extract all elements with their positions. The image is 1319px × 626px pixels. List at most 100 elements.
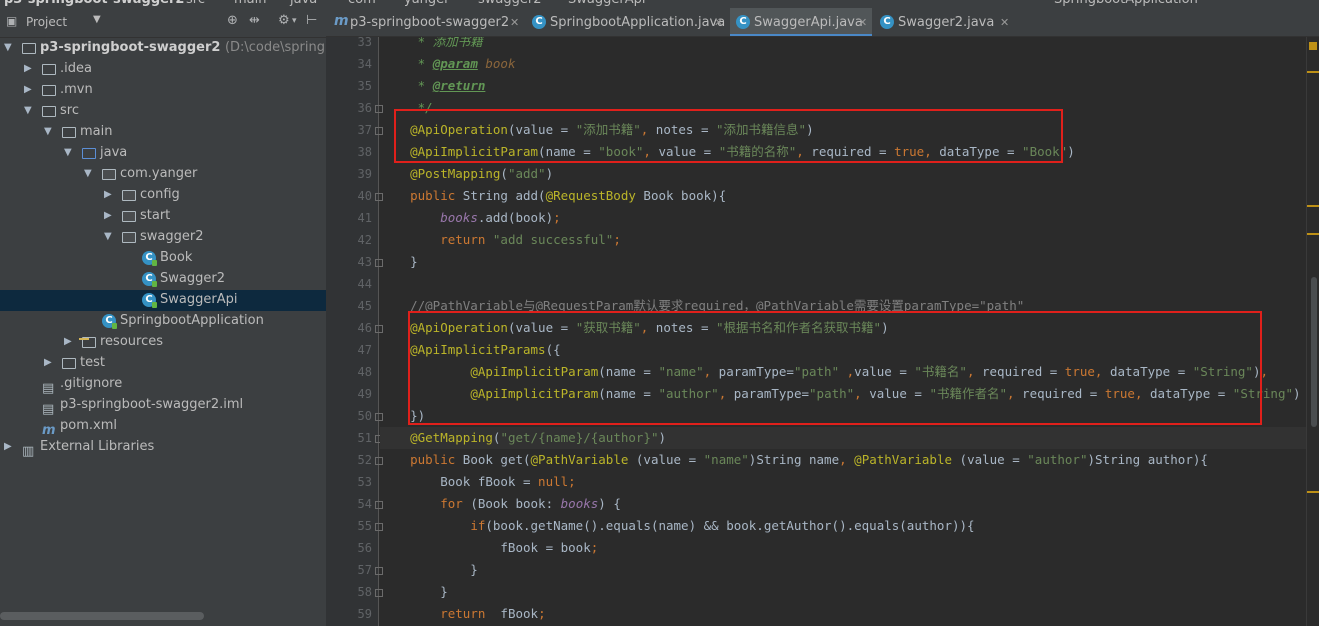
chevron-down-icon[interactable]: ▼ <box>104 231 116 242</box>
maven-icon: m <box>334 13 349 29</box>
tree-item[interactable]: ▼ src <box>0 101 326 122</box>
code-editor[interactable]: return fBook; } } fBook = book; if(book.… <box>380 37 1306 626</box>
tree-item[interactable]: ▶ ▥ External Libraries <box>0 437 326 459</box>
locate-icon[interactable]: ⊕ <box>227 13 238 28</box>
error-stripe[interactable] <box>1306 37 1319 626</box>
chevron-right-icon[interactable]: ▶ <box>44 357 56 368</box>
code-line-text: * 添加书籍 <box>380 37 483 49</box>
close-icon[interactable]: ✕ <box>714 16 723 29</box>
tree-item[interactable]: ▶ start <box>0 206 326 227</box>
code-line[interactable]: public Book get(@PathVariable (value = "… <box>380 449 1306 471</box>
close-icon[interactable]: ✕ <box>1000 16 1009 29</box>
breadcrumb-item[interactable]: src <box>186 0 205 7</box>
chevron-down-icon[interactable]: ▼ <box>64 147 76 158</box>
tree-item[interactable]: C SwaggerApi <box>0 290 326 311</box>
chevron-right-icon[interactable]: ▶ <box>104 189 116 200</box>
warning-indicator-icon[interactable] <box>1309 42 1317 50</box>
code-line[interactable]: if(book.getName().equals(name) && book.g… <box>380 515 1306 537</box>
tree-item[interactable]: ▶ config <box>0 185 326 206</box>
horizontal-scrollbar[interactable] <box>0 612 204 620</box>
chevron-down-icon[interactable]: ▼ <box>93 14 101 25</box>
editor-tab[interactable]: m p3-springboot-swagger2 ✕ <box>326 8 524 36</box>
line-number: 44 <box>357 277 372 291</box>
tree-item[interactable]: C Book <box>0 248 326 269</box>
line-number: 47 <box>357 343 372 357</box>
close-icon[interactable]: ✕ <box>510 16 519 29</box>
code-line[interactable]: for (Book book: books) { <box>380 493 1306 515</box>
breadcrumb-item[interactable]: SwaggerApi <box>568 0 645 7</box>
code-line[interactable]: books.add(book); <box>380 207 1306 229</box>
chevron-right-icon[interactable]: ▶ <box>104 210 116 221</box>
chevron-right-icon[interactable]: ▶ <box>4 441 16 452</box>
chevron-down-icon[interactable]: ▼ <box>24 105 36 116</box>
project-panel-header: ▣ Project ▼ ⊕ ⇹ ⚙ ▾ ⊢ <box>0 8 326 38</box>
editor-tab[interactable]: C SwaggerApi.java ✕ <box>730 8 872 36</box>
breadcrumb-item[interactable]: java <box>290 0 317 7</box>
code-line-text: return "add successful"; <box>440 232 621 247</box>
warning-marker[interactable] <box>1307 71 1319 73</box>
class-icon: C <box>880 15 894 29</box>
tree-item-label: src <box>60 103 79 118</box>
tree-item[interactable]: ▼ main <box>0 122 326 143</box>
breadcrumb-item[interactable]: swagger2 <box>478 0 542 7</box>
chevron-down-icon[interactable]: ▼ <box>84 168 96 179</box>
tree-item-name: config <box>140 187 180 202</box>
code-line[interactable]: public String add(@RequestBody Book book… <box>380 185 1306 207</box>
code-line[interactable]: @GetMapping("get/{name}/{author}") <box>380 427 1306 449</box>
iml-file-icon: ▤ <box>42 402 55 417</box>
line-number-gutter[interactable]: 33 34 35 36 37 38 39 40 41 42 43 44 45 46 47 48 49 50 51 52… <box>326 35 383 626</box>
hide-panel-icon[interactable]: ⊢ <box>306 13 317 28</box>
close-icon[interactable]: ✕ <box>858 16 867 29</box>
code-line[interactable]: * @param book <box>380 53 1306 75</box>
breadcrumb-item[interactable]: yanger <box>404 0 450 7</box>
collapse-all-icon[interactable]: ⇹ <box>249 13 260 28</box>
warning-marker[interactable] <box>1307 205 1319 207</box>
breadcrumb-item[interactable]: p3-springboot-swagger2 <box>4 0 184 7</box>
chevron-down-icon[interactable]: ▼ <box>4 42 16 53</box>
tree-item[interactable]: ▤ .gitignore <box>0 374 326 396</box>
gear-dropdown-icon[interactable]: ▾ <box>292 16 297 26</box>
tree-item[interactable]: C SpringbootApplication <box>0 311 326 332</box>
warning-marker[interactable] <box>1307 491 1319 493</box>
project-folder-icon <box>22 41 36 55</box>
warning-marker[interactable] <box>1307 233 1319 235</box>
code-line[interactable]: Book fBook = null; <box>380 471 1306 493</box>
code-line[interactable]: fBook = book; <box>380 537 1306 559</box>
tree-item[interactable]: m pom.xml <box>0 416 326 438</box>
tree-item-label: p3-springboot-swagger2 (D:\code\springbo… <box>40 40 326 55</box>
tree-item[interactable]: ▤ p3-springboot-swagger2.iml <box>0 395 326 417</box>
line-number: 36 <box>357 101 372 115</box>
tree-item[interactable]: ▼ swagger2 <box>0 227 326 248</box>
tree-item[interactable]: ▼ java <box>0 143 326 164</box>
code-line[interactable]: return "add successful"; <box>380 229 1306 251</box>
code-line[interactable]: * 添加书籍 <box>380 37 1306 53</box>
run-configuration-select[interactable]: SpringbootApplication <box>1054 0 1198 7</box>
code-line[interactable]: } <box>380 251 1306 273</box>
code-line[interactable]: * @return <box>380 75 1306 97</box>
package-icon <box>122 209 136 223</box>
editor-tab[interactable]: C SpringbootApplication.java ✕ <box>526 8 728 36</box>
gear-icon[interactable]: ⚙ <box>278 13 290 28</box>
code-line-text: @GetMapping("get/{name}/{author}") <box>410 430 667 445</box>
project-view-label[interactable]: Project <box>26 15 67 29</box>
code-line[interactable]: @PostMapping("add") <box>380 163 1306 185</box>
tree-item[interactable]: ▶ test <box>0 353 326 374</box>
vertical-scrollbar[interactable] <box>1311 277 1317 427</box>
tree-item[interactable]: ▼ p3-springboot-swagger2 (D:\code\springb… <box>0 38 326 59</box>
tree-item[interactable]: ▶ .idea <box>0 59 326 80</box>
code-line[interactable] <box>380 273 1306 295</box>
tree-item[interactable]: C Swagger2 <box>0 269 326 290</box>
tree-item[interactable]: ▼ com.yanger <box>0 164 326 185</box>
code-line[interactable]: } <box>380 581 1306 603</box>
chevron-down-icon[interactable]: ▼ <box>44 126 56 137</box>
chevron-right-icon[interactable]: ▶ <box>64 336 76 347</box>
tree-item[interactable]: ▶ .mvn <box>0 80 326 101</box>
code-line[interactable]: return fBook; <box>380 603 1306 625</box>
editor-tab[interactable]: C Swagger2.java ✕ <box>874 8 1014 36</box>
breadcrumb-item[interactable]: com <box>348 0 376 7</box>
chevron-right-icon[interactable]: ▶ <box>24 63 36 74</box>
code-line[interactable]: } <box>380 559 1306 581</box>
breadcrumb-item[interactable]: main <box>234 0 266 7</box>
chevron-right-icon[interactable]: ▶ <box>24 84 36 95</box>
tree-item[interactable]: ▶ resources <box>0 332 326 353</box>
